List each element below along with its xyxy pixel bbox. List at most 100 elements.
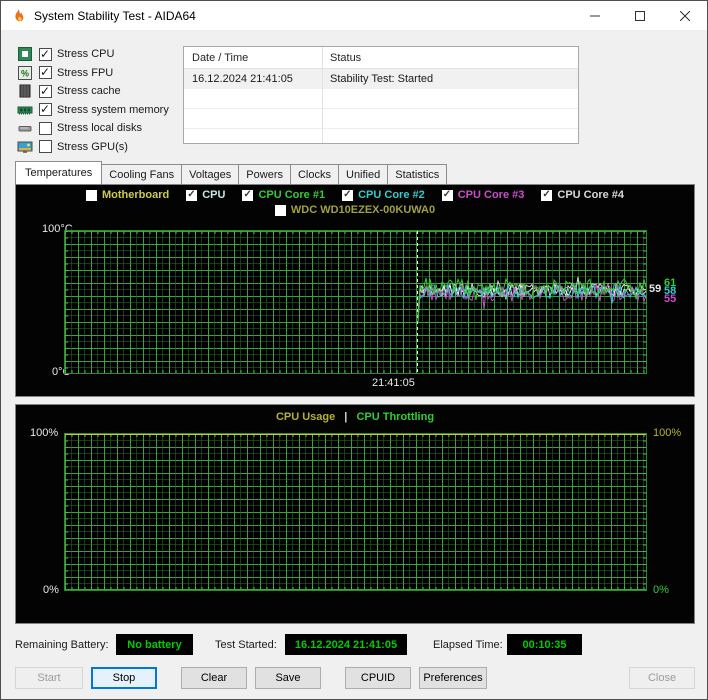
usage-graph-panel: CPU Usage | CPU Throttling 100% 0% 100% … (15, 404, 695, 624)
clear-button[interactable]: Clear (181, 667, 247, 689)
log-datetime: 16.12.2024 21:41:05 (192, 73, 293, 85)
log-status: Stability Test: Started (330, 73, 434, 85)
memory-icon (17, 102, 33, 118)
maximize-icon[interactable] (617, 1, 662, 30)
stress-memory-checkbox[interactable] (39, 102, 52, 116)
legend-cpu-core-2-checkbox[interactable] (342, 189, 354, 201)
temperature-legend: Motherboard CPU CPU Core #1 CPU Core #2 … (16, 189, 694, 201)
legend-cpu-label: CPU (202, 189, 226, 201)
preferences-button[interactable]: Preferences (419, 667, 487, 689)
legend-cpu-core-3-checkbox[interactable] (441, 189, 453, 201)
fpu-icon: % (17, 65, 33, 81)
current-value-core3: 55 (664, 293, 677, 305)
current-value-cpu: 59 (649, 283, 662, 295)
cpu-throttling-title: CPU Throttling (356, 411, 435, 423)
tab-cooling-fans[interactable]: Cooling Fans (101, 164, 183, 184)
usage-graph-header: CPU Usage | CPU Throttling (16, 411, 694, 423)
battery-value-display: No battery (116, 634, 193, 655)
test-started-display: 16.12.2024 21:41:05 (285, 634, 407, 655)
battery-label: Remaining Battery: (15, 639, 109, 651)
cpuid-button[interactable]: CPUID (345, 667, 411, 689)
legend-cpu-core-2: CPU Core #2 (342, 189, 425, 201)
stress-option-gpu: Stress GPU(s) (17, 138, 169, 156)
tab-temperatures[interactable]: Temperatures (15, 161, 103, 184)
status-bar: Remaining Battery: No battery Test Start… (1, 634, 707, 656)
legend-cpu-core-2-label: CPU Core #2 (358, 189, 425, 201)
svg-text:%: % (21, 68, 29, 78)
legend-cpu-core-1-checkbox[interactable] (242, 189, 254, 201)
event-log-table: Date / Time Status 16.12.2024 21:41:05 S… (183, 46, 579, 149)
gpu-icon (17, 139, 33, 155)
test-started-label: Test Started: (215, 639, 277, 651)
window-title: System Stability Test - AIDA64 (34, 8, 196, 23)
legend-cpu-core-3-label: CPU Core #3 (457, 189, 525, 201)
grid-ticks-right (643, 434, 646, 590)
stress-fpu-label: Stress FPU (57, 66, 114, 79)
stress-gpu-label: Stress GPU(s) (57, 140, 128, 153)
tab-powers[interactable]: Powers (238, 164, 291, 184)
cpu-usage-title: CPU Usage (275, 411, 336, 423)
tab-statistics[interactable]: Statistics (387, 164, 448, 184)
close-button: Close (629, 667, 695, 689)
temperature-legend-row-2: WDC WD10EZEX-00KUWA0 (16, 204, 694, 216)
stress-cpu-checkbox[interactable] (39, 47, 52, 61)
cache-icon (17, 83, 33, 99)
elapsed-time-display: 00:10:35 (507, 634, 582, 655)
legend-motherboard-checkbox[interactable] (85, 189, 97, 201)
usage-right-max-label: 100% (653, 427, 682, 439)
disk-icon (17, 120, 33, 136)
cpu-usage-trace (65, 434, 646, 435)
stress-disks-checkbox[interactable] (39, 121, 52, 135)
usage-right-min-label: 0% (653, 584, 669, 596)
legend-hdd-checkbox[interactable] (274, 204, 286, 216)
stress-cache-checkbox[interactable] (39, 84, 52, 98)
stress-memory-label: Stress system memory (57, 103, 169, 116)
stress-option-cache: Stress cache (17, 82, 169, 100)
minimize-icon[interactable] (572, 1, 617, 30)
column-separator (322, 47, 323, 143)
tab-clocks[interactable]: Clocks (289, 164, 339, 184)
start-button: Start (15, 667, 83, 689)
legend-cpu-core-3: CPU Core #3 (441, 189, 525, 201)
stress-fpu-checkbox[interactable] (39, 65, 52, 79)
button-bar: Start Stop Clear Save CPUID Preferences … (1, 667, 707, 689)
legend-motherboard-label: Motherboard (101, 189, 170, 201)
time-marker-label: 21:41:05 (372, 377, 415, 389)
legend-cpu-core-4: CPU Core #4 (541, 189, 624, 201)
window-controls (572, 1, 707, 30)
legend-hdd-label: WDC WD10EZEX-00KUWA0 (290, 204, 436, 216)
tab-unified[interactable]: Unified (338, 164, 389, 184)
table-header: Date / Time Status (184, 47, 578, 69)
app-window: System Stability Test - AIDA64 Stress CP… (0, 0, 708, 700)
tab-voltages[interactable]: Voltages (181, 164, 240, 184)
cpu-icon (17, 46, 33, 62)
stop-button[interactable]: Stop (91, 667, 157, 689)
flame-icon[interactable] (10, 8, 26, 24)
column-header-datetime[interactable]: Date / Time (184, 52, 322, 64)
table-row[interactable]: 16.12.2024 21:41:05 Stability Test: Star… (184, 69, 578, 89)
column-header-status[interactable]: Status (322, 52, 361, 64)
legend-cpu-core-4-checkbox[interactable] (541, 189, 553, 201)
stress-disks-label: Stress local disks (57, 122, 142, 134)
legend-cpu-core-1: CPU Core #1 (242, 189, 325, 201)
legend-motherboard: Motherboard (85, 189, 170, 201)
usage-grid (64, 433, 647, 591)
legend-cpu-core-1-label: CPU Core #1 (258, 189, 326, 201)
stress-option-disks: Stress local disks (17, 119, 169, 137)
tab-strip: Temperatures Cooling Fans Voltages Power… (15, 161, 448, 184)
grid-ticks-left (65, 434, 68, 590)
temperature-traces (417, 276, 647, 323)
stress-cpu-label: Stress CPU (57, 48, 115, 60)
temperature-grid (64, 230, 647, 374)
header-separator: | (344, 411, 348, 423)
stress-gpu-checkbox[interactable] (39, 140, 52, 153)
temperature-graph-panel: Motherboard CPU CPU Core #1 CPU Core #2 … (15, 184, 695, 397)
save-button[interactable]: Save (255, 667, 321, 689)
legend-cpu: CPU (186, 189, 225, 201)
stress-option-fpu: % Stress FPU (17, 64, 169, 82)
legend-cpu-checkbox[interactable] (186, 189, 198, 201)
cpu-throttling-trace (65, 589, 646, 590)
stress-cache-label: Stress cache (57, 85, 121, 97)
close-icon[interactable] (662, 1, 707, 30)
stress-options-panel: Stress CPU % Stress FPU Stress cache Str… (17, 45, 169, 156)
